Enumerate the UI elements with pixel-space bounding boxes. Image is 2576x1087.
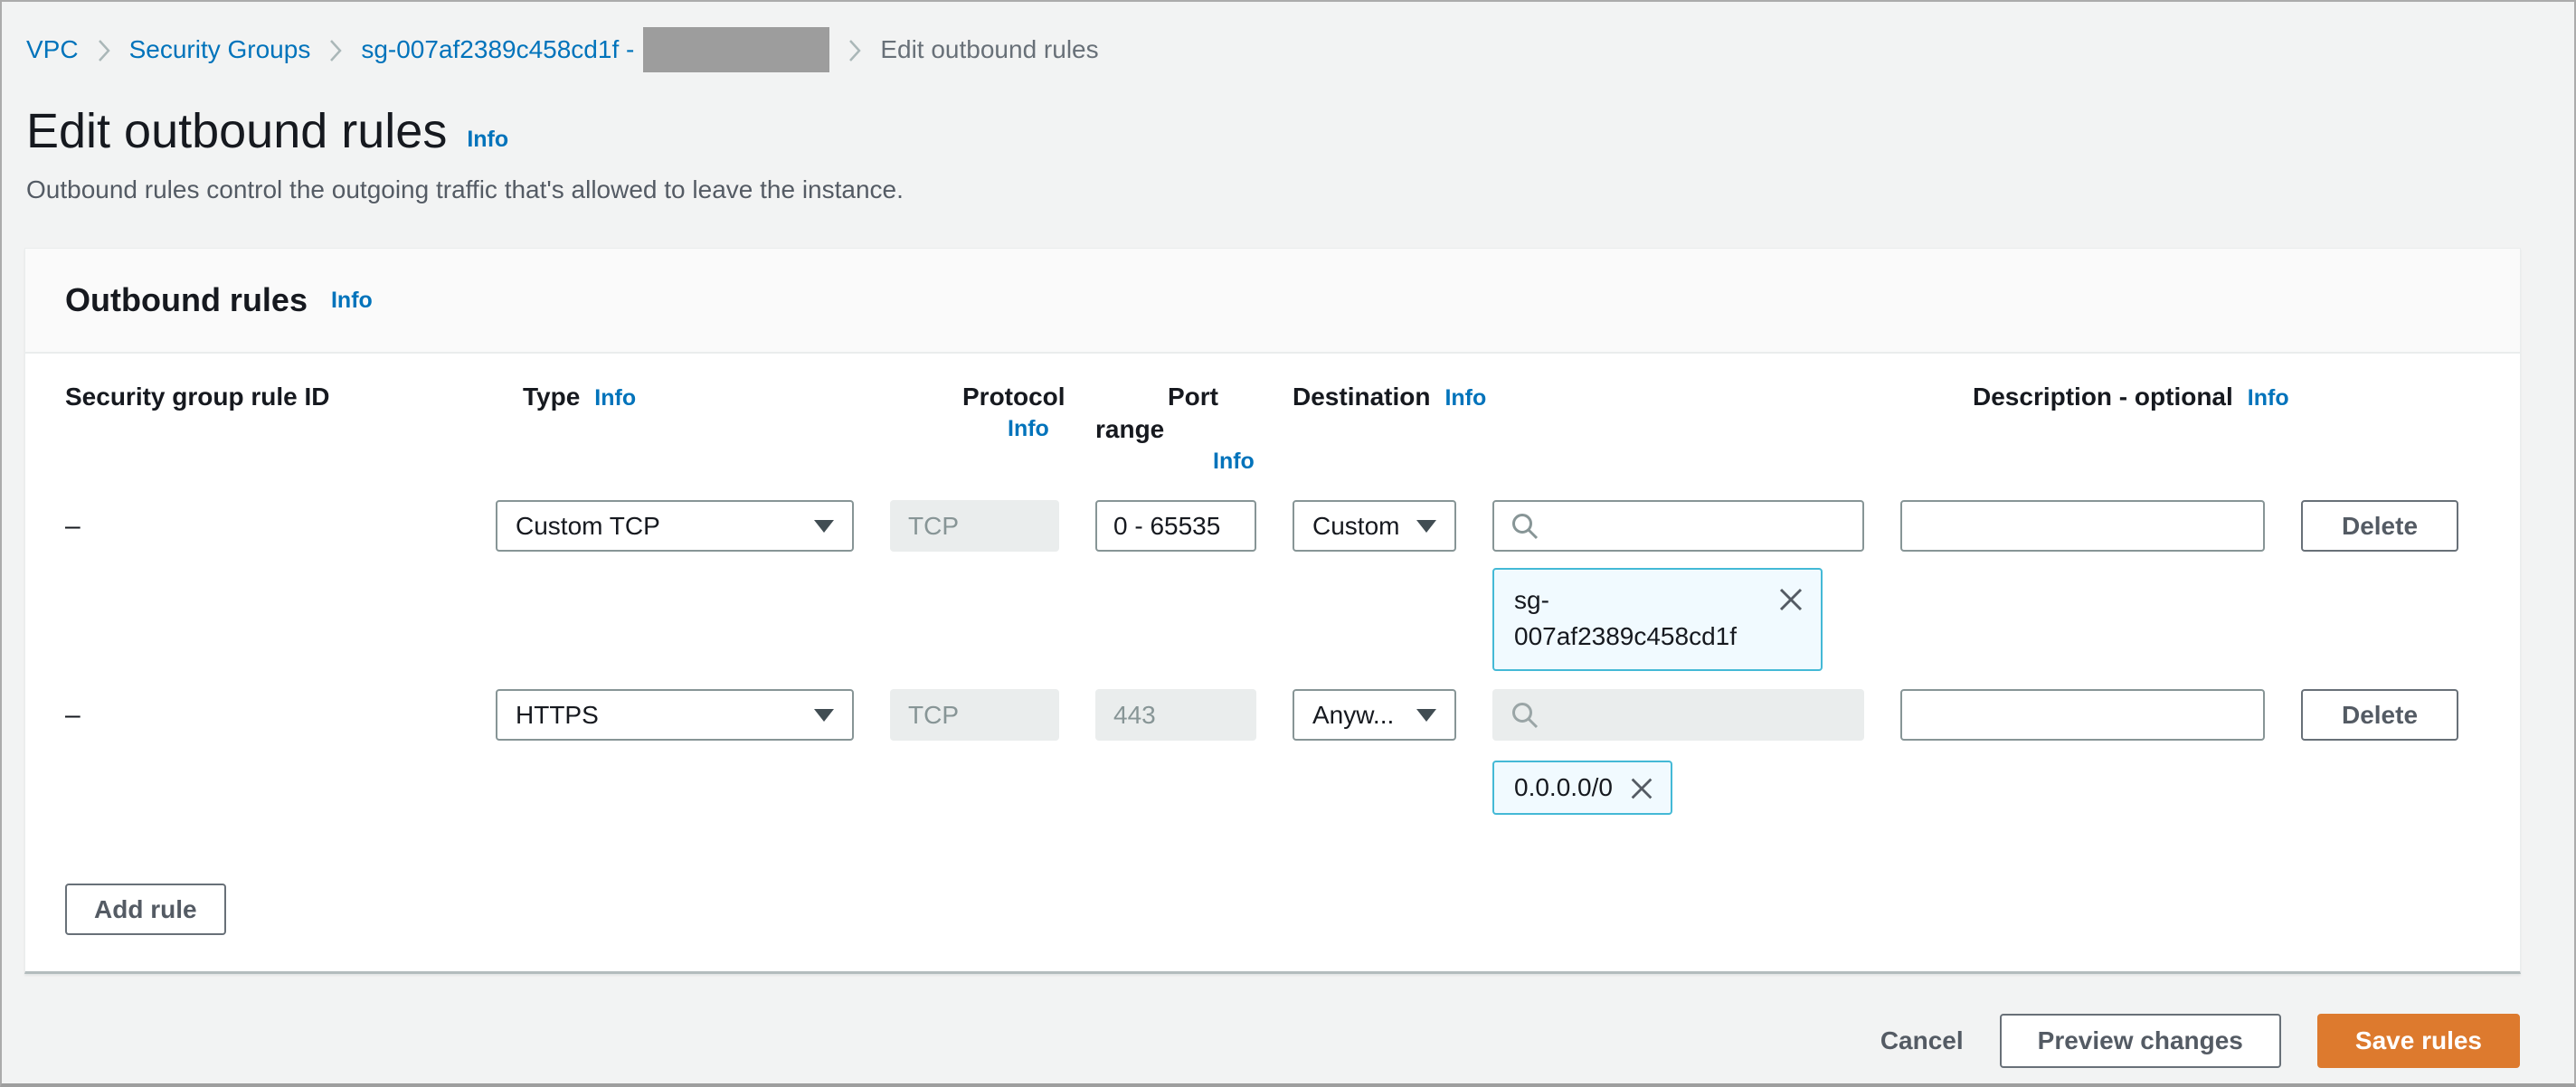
destination-info-link[interactable]: Info (1444, 385, 1486, 411)
destination-cell: 0.0.0.0/0 (1492, 689, 1864, 816)
delete-rule-button[interactable]: Delete (2301, 689, 2458, 742)
destination-search-input (1492, 689, 1864, 742)
add-rule-button[interactable]: Add rule (65, 884, 226, 936)
breadcrumb-vpc[interactable]: VPC (26, 35, 79, 64)
panel-info-link[interactable]: Info (331, 288, 373, 314)
chevron-right-icon (328, 37, 343, 64)
chevron-down-icon (814, 519, 834, 533)
column-port-range: Port range Info (1095, 381, 1256, 477)
rule-row-2: – HTTPS Anyw... 0.0.0.0/0 (65, 689, 2480, 816)
description-input[interactable] (1900, 500, 2265, 553)
protocol-field (890, 689, 1059, 742)
column-rule-id: Security group rule ID (65, 383, 330, 411)
rule-row-1: – Custom TCP Custom (65, 500, 2480, 672)
preview-changes-button[interactable]: Preview changes (1999, 1014, 2281, 1069)
column-destination: Destination Info (1293, 383, 1487, 411)
type-info-link[interactable]: Info (594, 385, 636, 411)
breadcrumb-current: Edit outbound rules (880, 35, 1099, 63)
page-title-info-link[interactable]: Info (467, 127, 508, 153)
outbound-rules-panel: Outbound rules Info Security group rule … (24, 248, 2521, 975)
port-range-field (1095, 689, 1256, 742)
destination-token: 0.0.0.0/0 (1492, 761, 1672, 816)
remove-token-icon[interactable] (1627, 774, 1656, 803)
delete-rule-button[interactable]: Delete (2301, 500, 2458, 553)
panel-header: Outbound rules Info (25, 249, 2520, 354)
search-icon (1512, 513, 1539, 539)
destination-search-input[interactable] (1492, 500, 1864, 553)
description-input[interactable] (1900, 689, 2265, 742)
footer-actions: Cancel Preview changes Save rules (2, 1014, 2520, 1069)
table-header-row: Security group rule ID Type Info Protocol… (65, 381, 2480, 477)
destination-token: sg- 007af2389c458cd1f (1492, 568, 1823, 672)
destination-cell: sg- 007af2389c458cd1f (1492, 500, 1864, 672)
panel-title: Outbound rules (65, 281, 308, 319)
page-description: Outbound rules control the outgoing traf… (26, 175, 904, 204)
remove-token-icon[interactable] (1776, 584, 1806, 615)
page-title: Edit outbound rules (26, 104, 448, 158)
rule-id-value: – (65, 700, 80, 731)
chevron-down-icon (1416, 519, 1436, 533)
breadcrumb-security-groups[interactable]: Security Groups (129, 35, 311, 64)
protocol-info-link[interactable]: Info (1008, 413, 1059, 444)
chevron-right-icon (97, 37, 111, 64)
column-protocol: Protocol Info (890, 381, 1065, 444)
destination-type-select[interactable]: Anyw... (1293, 689, 1456, 742)
port-range-info-link[interactable]: Info (1213, 446, 1256, 477)
breadcrumb: VPC Security Groups sg-007af2389c458cd1f… (2, 2, 2574, 72)
search-icon (1512, 702, 1539, 728)
save-rules-button[interactable]: Save rules (2316, 1014, 2520, 1069)
chevron-down-icon (1416, 708, 1436, 722)
breadcrumb-security-group-id[interactable]: sg-007af2389c458cd1f - (361, 35, 634, 64)
chevron-down-icon (814, 708, 834, 722)
cancel-button[interactable]: Cancel (1880, 1026, 1964, 1055)
protocol-field (890, 500, 1059, 553)
column-description: Description - optional Info (1973, 383, 2289, 411)
redacted-group-name (643, 27, 830, 72)
type-select[interactable]: Custom TCP (496, 500, 854, 553)
rule-id-value: – (65, 511, 80, 542)
type-select[interactable]: HTTPS (496, 689, 854, 742)
description-info-link[interactable]: Info (2248, 385, 2289, 411)
port-range-input[interactable] (1095, 500, 1256, 553)
column-type: Type Info (523, 383, 637, 411)
destination-type-select[interactable]: Custom (1293, 500, 1456, 553)
chevron-right-icon (848, 37, 862, 64)
